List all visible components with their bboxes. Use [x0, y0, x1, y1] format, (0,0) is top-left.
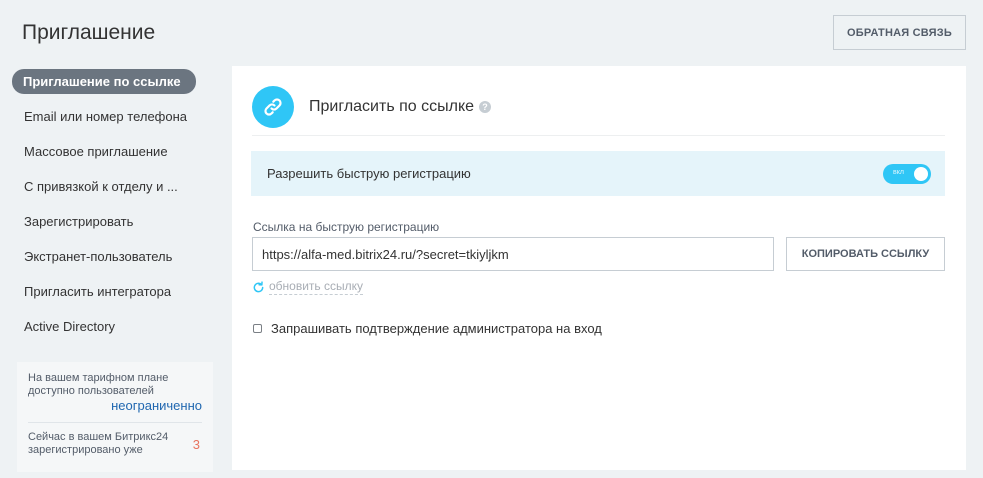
sidebar-item-label: Экстранет-пользователь: [24, 249, 173, 264]
fast-registration-toggle[interactable]: вкл: [883, 163, 931, 184]
sidebar-item-active-directory[interactable]: Active Directory: [12, 309, 197, 344]
sidebar-item-register[interactable]: Зарегистрировать: [12, 204, 197, 239]
sidebar-item-department[interactable]: С привязкой к отделу и ...: [12, 169, 197, 204]
fast-registration-panel: Разрешить быструю регистрацию вкл: [251, 151, 945, 196]
admin-confirm-label: Запрашивать подтверждение администратора…: [271, 321, 602, 336]
tariff-info: На вашем тарифном плане доступно пользов…: [17, 362, 213, 472]
sidebar: Приглашение по ссылке Email или номер те…: [12, 69, 217, 344]
sidebar-item-mass-invite[interactable]: Массовое приглашение: [12, 134, 197, 169]
toggle-state-text: вкл: [893, 168, 904, 176]
refresh-link[interactable]: обновить ссылку: [252, 279, 364, 295]
sidebar-item-label: Пригласить интегратора: [24, 284, 172, 299]
admin-confirm-row: Запрашивать подтверждение администратора…: [253, 321, 602, 336]
card-header: Пригласить по ссылке?: [252, 86, 945, 136]
card-title: Пригласить по ссылке: [309, 98, 475, 115]
help-icon[interactable]: ?: [479, 101, 492, 113]
toggle-knob: [914, 166, 928, 181]
sidebar-item-email-phone[interactable]: Email или номер телефона: [12, 99, 197, 134]
page-title: Приглашение: [22, 21, 156, 44]
registered-text: Сейчас в вашем Битрикс24 зарегистрирован…: [28, 431, 169, 456]
sidebar-item-link-invite[interactable]: Приглашение по ссылке: [12, 69, 196, 94]
invite-link-card: Пригласить по ссылке? Разрешить быструю …: [232, 66, 966, 470]
tariff-plan-text: На вашем тарифном плане доступно пользов…: [28, 372, 169, 397]
sidebar-item-label: С привязкой к отделу и ...: [24, 179, 178, 194]
link-field-label: Ссылка на быструю регистрацию: [253, 220, 440, 234]
copy-link-button[interactable]: Копировать ссылку: [786, 237, 945, 271]
fast-registration-label: Разрешить быструю регистрацию: [267, 166, 471, 181]
link-icon: [252, 86, 294, 128]
sidebar-item-label: Active Directory: [24, 319, 116, 334]
refresh-link-label: обновить ссылку: [269, 279, 364, 295]
tariff-plan-value: неограниченно: [111, 398, 202, 413]
admin-confirm-checkbox[interactable]: [253, 324, 262, 333]
sidebar-item-label: Зарегистрировать: [24, 214, 134, 229]
sidebar-item-label: Приглашение по ссылке: [23, 74, 181, 89]
sidebar-item-label: Email или номер телефона: [24, 109, 188, 124]
refresh-icon: [253, 280, 264, 292]
sidebar-item-integrator[interactable]: Пригласить интегратора: [12, 274, 197, 309]
registration-link-input[interactable]: [252, 237, 774, 271]
sidebar-item-label: Массовое приглашение: [24, 144, 168, 159]
registered-count: 3: [192, 436, 200, 452]
feedback-button[interactable]: Обратная связь: [833, 15, 966, 50]
sidebar-item-extranet[interactable]: Экстранет-пользователь: [12, 239, 197, 274]
divider: [28, 422, 202, 423]
